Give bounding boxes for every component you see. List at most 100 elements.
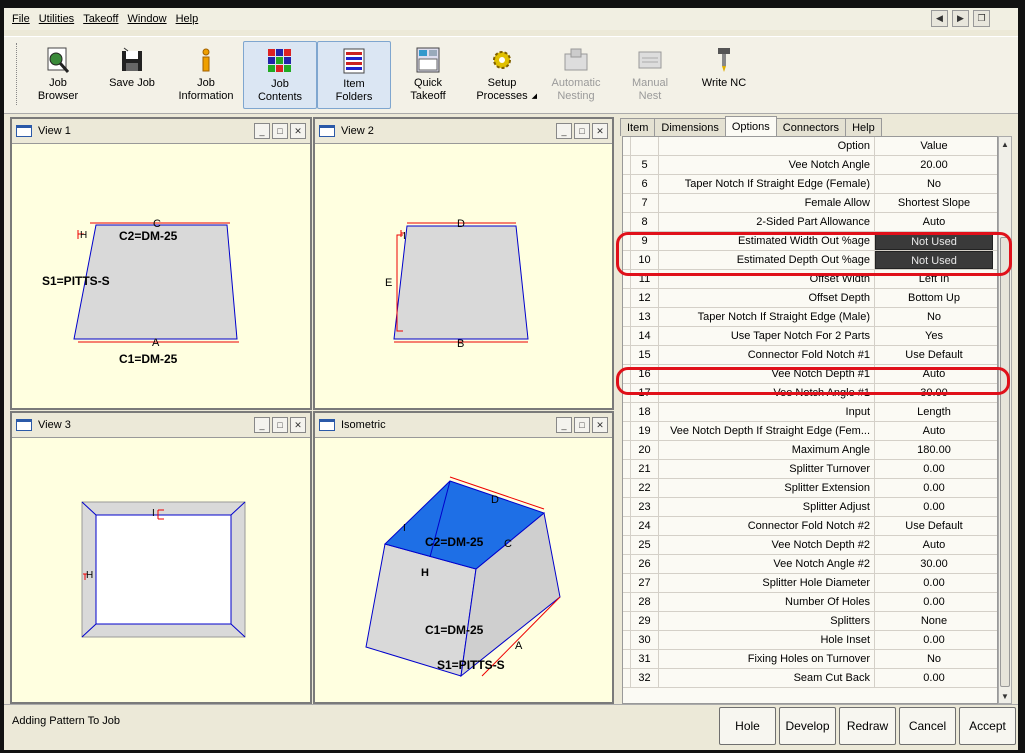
dropdown-arrow-icon[interactable]: ◢: [532, 90, 537, 103]
table-row[interactable]: 27 Splitter Hole Diameter 0.00: [623, 574, 997, 593]
isometric-panel[interactable]: Isometric _ □ ✕ D C2=DM-25 C H I C1=DM-2…: [313, 411, 614, 704]
table-row[interactable]: 15 Connector Fold Notch #1 Use Default: [623, 346, 997, 365]
maximize-icon[interactable]: □: [574, 417, 590, 433]
close-icon[interactable]: ✕: [592, 417, 608, 433]
option-value[interactable]: Auto: [875, 213, 993, 231]
option-value[interactable]: 30.00: [875, 384, 993, 402]
option-value[interactable]: Auto: [875, 536, 993, 554]
table-row[interactable]: 10 Estimated Depth Out %age Not Used: [623, 251, 997, 270]
view-1-panel[interactable]: View 1 _ □ ✕ C C2=DM-25 H S1=PITTS-S A C…: [10, 117, 312, 410]
option-value[interactable]: Not Used: [875, 232, 993, 250]
row-selector[interactable]: [623, 308, 631, 326]
row-selector[interactable]: [623, 270, 631, 288]
option-value[interactable]: No: [875, 650, 993, 668]
table-row[interactable]: 18 Input Length: [623, 403, 997, 422]
option-value[interactable]: 180.00: [875, 441, 993, 459]
table-row[interactable]: 12 Offset Depth Bottom Up: [623, 289, 997, 308]
minimize-icon[interactable]: _: [254, 123, 270, 139]
table-row[interactable]: 13 Taper Notch If Straight Edge (Male) No: [623, 308, 997, 327]
row-selector[interactable]: [623, 384, 631, 402]
next-window-icon[interactable]: ▶: [952, 10, 969, 27]
close-icon[interactable]: ✕: [290, 123, 306, 139]
quick-takeoff-button[interactable]: Quick Takeoff: [391, 41, 465, 109]
table-row[interactable]: 5 Vee Notch Angle 20.00: [623, 156, 997, 175]
scroll-up-icon[interactable]: ▲: [999, 137, 1011, 151]
row-selector[interactable]: [623, 346, 631, 364]
option-value[interactable]: 0.00: [875, 460, 993, 478]
close-icon[interactable]: ✕: [290, 417, 306, 433]
row-selector[interactable]: [623, 213, 631, 231]
menu-utilities[interactable]: Utilities: [39, 13, 74, 25]
option-value[interactable]: 0.00: [875, 593, 993, 611]
option-value[interactable]: 0.00: [875, 574, 993, 592]
option-value[interactable]: No: [875, 175, 993, 193]
option-value[interactable]: Yes: [875, 327, 993, 345]
write-nc-button[interactable]: Write NC: [687, 41, 761, 109]
option-value[interactable]: 0.00: [875, 631, 993, 649]
row-selector[interactable]: [623, 460, 631, 478]
setup-processes-button[interactable]: Setup Processes ◢: [465, 41, 539, 109]
job-browser-button[interactable]: Job Browser: [21, 41, 95, 109]
row-selector[interactable]: [623, 536, 631, 554]
option-value[interactable]: Auto: [875, 365, 993, 383]
table-row[interactable]: 17 Vee Notch Angle #1 30.00: [623, 384, 997, 403]
option-value[interactable]: No: [875, 308, 993, 326]
table-row[interactable]: 23 Splitter Adjust 0.00: [623, 498, 997, 517]
view-2-panel[interactable]: View 2 _ □ ✕ D I E B: [313, 117, 614, 410]
minimize-icon[interactable]: _: [556, 417, 572, 433]
row-selector[interactable]: [623, 555, 631, 573]
option-value[interactable]: None: [875, 612, 993, 630]
tab-options[interactable]: Options: [724, 116, 777, 136]
table-row[interactable]: 26 Vee Notch Angle #2 30.00: [623, 555, 997, 574]
grid-scrollbar[interactable]: ▲ ▼: [998, 136, 1012, 704]
table-row[interactable]: 28 Number Of Holes 0.00: [623, 593, 997, 612]
row-selector[interactable]: [623, 479, 631, 497]
row-selector[interactable]: [623, 574, 631, 592]
row-selector[interactable]: [623, 232, 631, 250]
option-value[interactable]: Auto: [875, 422, 993, 440]
row-selector[interactable]: [623, 156, 631, 174]
option-value[interactable]: 30.00: [875, 555, 993, 573]
table-row[interactable]: 25 Vee Notch Depth #2 Auto: [623, 536, 997, 555]
row-selector[interactable]: [623, 251, 631, 269]
menu-file[interactable]: File: [12, 13, 30, 25]
maximize-icon[interactable]: □: [272, 123, 288, 139]
table-row[interactable]: 32 Seam Cut Back 0.00: [623, 669, 997, 688]
row-selector[interactable]: [623, 327, 631, 345]
manual-nest-button[interactable]: Manual Nest: [613, 41, 687, 109]
option-value[interactable]: Use Default: [875, 346, 993, 364]
column-header-value[interactable]: Value: [875, 137, 993, 155]
develop-button[interactable]: Develop: [779, 707, 836, 745]
automatic-nesting-button[interactable]: Automatic Nesting: [539, 41, 613, 109]
menu-window[interactable]: Window: [127, 13, 166, 25]
item-folders-button[interactable]: Item Folders: [317, 41, 391, 109]
save-job-button[interactable]: Save Job: [95, 41, 169, 109]
menu-takeoff[interactable]: Takeoff: [83, 13, 118, 25]
table-row[interactable]: 30 Hole Inset 0.00: [623, 631, 997, 650]
row-selector[interactable]: [623, 612, 631, 630]
cancel-button[interactable]: Cancel: [899, 707, 956, 745]
toolbar-grip[interactable]: [16, 43, 19, 105]
table-row[interactable]: 21 Splitter Turnover 0.00: [623, 460, 997, 479]
tab-connectors[interactable]: Connectors: [775, 118, 847, 136]
view-2-drawing[interactable]: D I E B: [315, 145, 612, 408]
row-selector[interactable]: [623, 289, 631, 307]
row-selector[interactable]: [623, 403, 631, 421]
restore-window-icon[interactable]: ❐: [973, 10, 990, 27]
option-value[interactable]: Shortest Slope: [875, 194, 993, 212]
row-selector[interactable]: [623, 422, 631, 440]
row-selector[interactable]: [623, 441, 631, 459]
redraw-button[interactable]: Redraw: [839, 707, 896, 745]
row-selector[interactable]: [623, 650, 631, 668]
row-selector[interactable]: [623, 175, 631, 193]
scroll-down-icon[interactable]: ▼: [999, 689, 1011, 703]
option-value[interactable]: Left In: [875, 270, 993, 288]
tab-help[interactable]: Help: [845, 118, 882, 136]
table-row[interactable]: 20 Maximum Angle 180.00: [623, 441, 997, 460]
tab-dimensions[interactable]: Dimensions: [654, 118, 726, 136]
close-icon[interactable]: ✕: [592, 123, 608, 139]
option-value[interactable]: 0.00: [875, 498, 993, 516]
view-3-panel[interactable]: View 3 _ □ ✕ I H: [10, 411, 312, 704]
option-value[interactable]: Length: [875, 403, 993, 421]
option-value[interactable]: Bottom Up: [875, 289, 993, 307]
